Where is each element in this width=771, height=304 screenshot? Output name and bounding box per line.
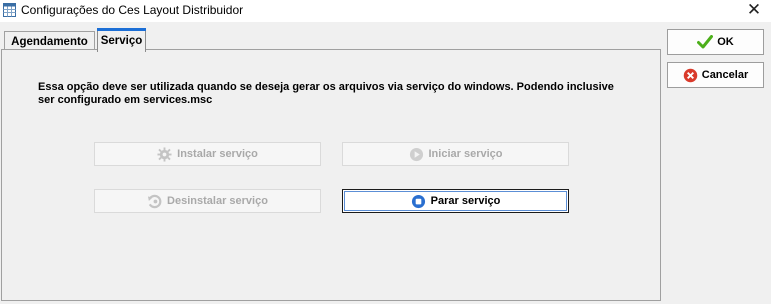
window-title: Configurações do Ces Layout Distribuidor xyxy=(21,3,244,17)
start-service-button[interactable]: Iniciar serviço xyxy=(342,142,569,166)
gear-icon xyxy=(157,146,172,162)
uninstall-service-button[interactable]: Desinstalar serviço xyxy=(94,189,321,213)
start-service-label: Iniciar serviço xyxy=(428,148,503,160)
cancel-label: Cancelar xyxy=(701,69,749,81)
service-description: Essa opção deve ser utilizada quando se … xyxy=(38,81,614,106)
tab-agendamento-label: Agendamento xyxy=(11,35,88,48)
uninstall-service-label: Desinstalar serviço xyxy=(167,195,268,207)
cancel-x-icon xyxy=(683,68,697,82)
close-icon[interactable]: ✕ xyxy=(744,1,764,19)
app-grid-icon xyxy=(3,3,16,17)
stop-icon xyxy=(411,194,425,208)
checkmark-icon xyxy=(697,35,714,49)
stop-service-button[interactable]: Parar serviço xyxy=(342,189,569,213)
install-service-label: Instalar serviço xyxy=(177,148,258,160)
ok-label: OK xyxy=(717,36,734,48)
install-service-button[interactable]: Instalar serviço xyxy=(94,142,321,166)
ok-button[interactable]: OK xyxy=(667,29,764,55)
tab-servico[interactable]: Serviço xyxy=(97,28,146,52)
tab-servico-label: Serviço xyxy=(100,34,143,47)
uninstall-icon xyxy=(147,194,162,208)
title-bar: Configurações do Ces Layout Distribuidor… xyxy=(0,0,771,22)
play-icon xyxy=(409,147,423,161)
cancel-button[interactable]: Cancelar xyxy=(667,62,764,88)
tab-agendamento[interactable]: Agendamento xyxy=(4,31,95,51)
stop-service-label: Parar serviço xyxy=(430,195,501,207)
